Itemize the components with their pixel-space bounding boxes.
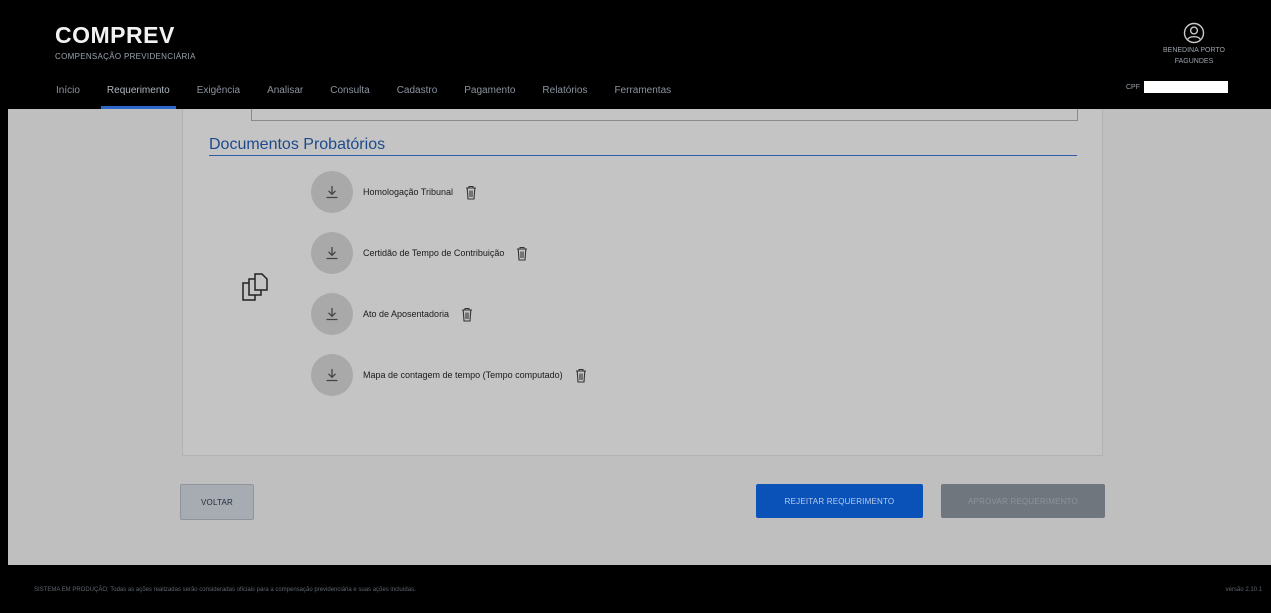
- section-title: Documentos Probatórios: [209, 136, 386, 153]
- documents-icon: [242, 273, 268, 301]
- list-item: Homologação Tribunal: [311, 171, 477, 213]
- app-footer: SISTEMA EM PRODUÇÃO: Todas as ações real…: [8, 565, 1271, 613]
- nav-item-ferramentas[interactable]: Ferramentas: [614, 83, 671, 96]
- download-icon: [326, 308, 338, 321]
- document-label: Homologação Tribunal: [363, 187, 454, 197]
- user-name-line2: FAGUNDES: [1174, 58, 1214, 65]
- main-content: Documentos Probatórios Homologação Tribu…: [8, 109, 1271, 565]
- nav-item-cadastro[interactable]: Cadastro: [397, 83, 438, 96]
- download-icon: [326, 186, 338, 199]
- app-subtitle: COMPENSAÇÃO PREVIDENCIÁRIA: [55, 52, 196, 61]
- trash-icon: [466, 185, 477, 200]
- download-button[interactable]: [311, 232, 353, 274]
- user-cpf: CPF: [1126, 81, 1228, 93]
- download-icon: [326, 247, 338, 260]
- trash-icon: [517, 246, 528, 261]
- nav-item-exigencia[interactable]: Exigência: [197, 83, 240, 96]
- footer-notice: SISTEMA EM PRODUÇÃO: Todas as ações real…: [34, 587, 416, 593]
- download-icon: [326, 369, 338, 382]
- cpf-label: CPF: [1126, 83, 1140, 91]
- app-title[interactable]: COMPREV: [55, 22, 175, 49]
- previous-section-frame: [251, 109, 1078, 121]
- reject-request-button[interactable]: REJEITAR REQUERIMENTO: [756, 484, 923, 518]
- document-label: Mapa de contagem de tempo (Tempo computa…: [363, 370, 563, 380]
- app-header: COMPREV COMPENSAÇÃO PREVIDENCIÁRIA Iníci…: [8, 8, 1262, 109]
- delete-button[interactable]: [516, 246, 528, 261]
- cpf-value: [1144, 81, 1228, 93]
- user-avatar-icon: [1183, 22, 1205, 44]
- delete-button[interactable]: [465, 185, 477, 200]
- download-button[interactable]: [311, 354, 353, 396]
- back-button[interactable]: VOLTAR: [180, 484, 254, 520]
- nav-item-pagamento[interactable]: Pagamento: [464, 83, 515, 96]
- trash-icon: [575, 368, 586, 383]
- nav-item-relatorios[interactable]: Relatórios: [542, 83, 587, 96]
- document-label: Certidão de Tempo de Contribuição: [363, 248, 505, 258]
- nav-item-inicio[interactable]: Início: [56, 83, 80, 96]
- nav-item-consulta[interactable]: Consulta: [330, 83, 369, 96]
- nav-item-analisar[interactable]: Analisar: [267, 83, 303, 96]
- download-button[interactable]: [311, 293, 353, 335]
- list-item: Certidão de Tempo de Contribuição: [311, 232, 528, 274]
- nav-item-requerimento[interactable]: Requerimento: [100, 83, 176, 109]
- approve-request-button[interactable]: APROVAR REQUERIMENTO: [941, 484, 1105, 518]
- list-item: Mapa de contagem de tempo (Tempo computa…: [311, 354, 587, 396]
- main-nav: Início Requerimento Exigência Analisar C…: [56, 83, 698, 109]
- download-button[interactable]: [311, 171, 353, 213]
- user-name-line1: BENEDINA PORTO: [1163, 47, 1225, 54]
- document-label: Ato de Aposentadoria: [363, 309, 450, 319]
- documents-card: Documentos Probatórios Homologação Tribu…: [182, 109, 1103, 456]
- delete-button[interactable]: [575, 368, 587, 383]
- list-item: Ato de Aposentadoria: [311, 293, 473, 335]
- trash-icon: [462, 307, 473, 322]
- footer-version: versão 2.10.1: [1225, 587, 1262, 593]
- section-divider: [209, 155, 1077, 156]
- delete-button[interactable]: [461, 307, 473, 322]
- user-menu[interactable]: BENEDINA PORTO FAGUNDES: [1154, 22, 1234, 66]
